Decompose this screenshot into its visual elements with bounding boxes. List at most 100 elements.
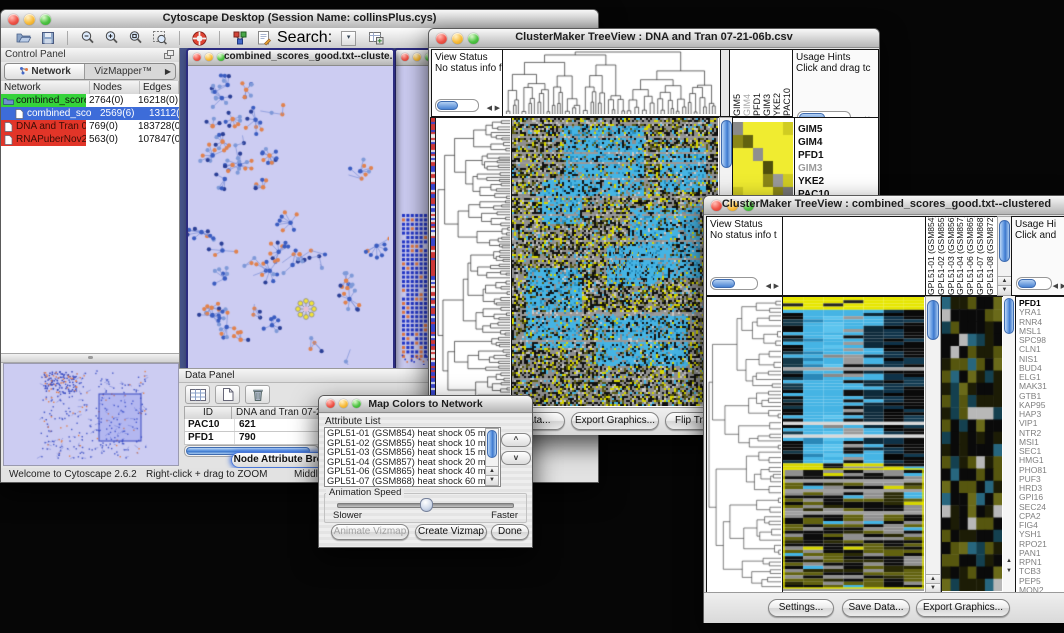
search-dropdown-arrow[interactable]: ▾ — [341, 31, 356, 46]
col-nodes[interactable]: Nodes — [90, 81, 140, 94]
dialog-title: Map Colors to Network — [319, 398, 532, 410]
view-status-title: View Status — [432, 50, 502, 63]
done-button[interactable]: Done — [491, 524, 529, 540]
gene-label[interactable]: GIM4 — [798, 136, 878, 149]
scroll-left-icon[interactable]: ◀ — [1053, 282, 1058, 290]
network1-canvas[interactable] — [188, 66, 389, 365]
network-list-row[interactable]: combined_scores_ 2764(0) 16218(0) — [1, 94, 179, 107]
zoom-selected-button[interactable] — [149, 29, 170, 47]
col-id[interactable]: ID — [185, 407, 232, 419]
column-dendrogram-canvas[interactable] — [503, 50, 719, 114]
minimize-button[interactable] — [413, 53, 421, 61]
move-up-button[interactable]: ^ — [501, 433, 531, 447]
scrollbar-thumb[interactable] — [721, 120, 732, 168]
toolbar-separator — [67, 31, 68, 45]
save-data-button[interactable]: Save Data... — [842, 599, 910, 617]
export-graphics-button[interactable]: Export Graphics... — [916, 599, 1010, 617]
vizmapper-button[interactable] — [229, 29, 250, 47]
genes-v-scrollbar[interactable]: ▲ ▼ — [1003, 296, 1015, 592]
close-button[interactable] — [401, 53, 409, 61]
heatmap-canvas[interactable] — [512, 118, 718, 406]
heatmap-v-scrollbar[interactable]: ▲ ▼ — [925, 296, 941, 594]
help-button[interactable] — [189, 29, 210, 47]
status-h-scrollbar[interactable] — [710, 277, 758, 290]
file-icon — [14, 109, 25, 119]
column-dendrogram-panel[interactable] — [782, 216, 926, 296]
animate-vizmap-button[interactable]: Animate Vizmap — [331, 524, 409, 540]
gene-label[interactable]: PFD1 — [798, 149, 878, 162]
tab-network[interactable]: Network — [5, 64, 85, 79]
scroll-up-icon[interactable]: ▲ — [1003, 557, 1015, 566]
scroll-down-icon[interactable]: ▼ — [998, 285, 1011, 295]
column-label[interactable]: PAC10 — [782, 50, 792, 116]
network-list-row[interactable]: DNA and Tran 07 769(0) 183728(0) — [1, 120, 179, 133]
network-list-row[interactable]: combined_sco 2569(6) 13112(15) — [1, 107, 179, 120]
delete-attribute-button[interactable] — [245, 385, 270, 404]
create-vizmap-button[interactable]: Create Vizmap — [415, 524, 487, 540]
select-attributes-button[interactable] — [185, 385, 210, 404]
scrollbar-thumb[interactable] — [1004, 298, 1014, 334]
move-down-button[interactable]: v — [501, 451, 531, 465]
scroll-right-icon[interactable]: ▶ — [495, 104, 500, 112]
scroll-down-icon[interactable]: ▼ — [486, 475, 498, 485]
scroll-down-icon[interactable]: ▼ — [1003, 567, 1015, 576]
usage-hints-title: Usage Hints — [793, 50, 878, 63]
zoom-heatmap-canvas[interactable] — [733, 122, 793, 200]
gene-label[interactable]: GIM3 — [798, 162, 878, 175]
birdseye-canvas[interactable] — [4, 364, 176, 463]
scroll-left-icon[interactable]: ◀ — [487, 104, 492, 112]
gene-labels-panel: PFD1YRA1RNR4MSL1SPC98CLN1NIS1BUD4ELG1MAK… — [1015, 296, 1064, 594]
labels-v-scrollbar[interactable]: ▲ ▼ — [997, 216, 1012, 296]
scrollbar-thumb[interactable] — [927, 300, 939, 340]
gene-label[interactable]: GIM5 — [798, 123, 878, 136]
export-graphics-button[interactable]: Export Graphics... — [571, 412, 659, 430]
annotation-button[interactable] — [253, 29, 274, 47]
network-list-row[interactable]: RNAPuberNov2+| 563(0) 107847(0) — [1, 133, 179, 146]
column-label[interactable]: GPL51-08 (GSM872) — [986, 217, 996, 295]
panel-splitter[interactable] — [1, 353, 179, 363]
heatmap-canvas[interactable] — [783, 297, 924, 591]
scrollbar-thumb[interactable] — [487, 430, 497, 458]
tab-vizmapper[interactable]: VizMapper™ — [85, 64, 161, 79]
search-config-button[interactable] — [365, 29, 386, 47]
scrollbar-thumb[interactable] — [999, 220, 1010, 262]
column-label[interactable]: GIM4 — [742, 50, 752, 116]
row-dendrogram-panel — [706, 296, 784, 594]
zoom-in-icon — [104, 30, 120, 46]
save-session-button[interactable] — [37, 29, 58, 47]
settings-button[interactable]: Settings... — [768, 599, 834, 617]
scroll-left-icon[interactable]: ◀ — [766, 282, 771, 290]
speed-slider-thumb[interactable] — [420, 498, 433, 512]
dialog-titlebar: Map Colors to Network — [319, 396, 532, 413]
zoom-fit-button[interactable] — [125, 29, 146, 47]
column-label[interactable]: GIM5 — [732, 50, 742, 116]
tab-overflow-button[interactable]: ▶ — [161, 64, 175, 79]
gene-label[interactable]: YKE2 — [798, 175, 878, 188]
column-label[interactable]: PFD1 — [752, 50, 762, 116]
network-list: combined_scores_ 2764(0) 16218(0) combin… — [1, 94, 179, 355]
new-attribute-button[interactable] — [215, 385, 240, 404]
zoom-out-button[interactable] — [77, 29, 98, 47]
attribute-item[interactable]: GPL51-07 (GSM868) heat shock 60 min — [327, 477, 500, 487]
col-network[interactable]: Network — [1, 81, 90, 94]
column-labels-panel: GIM5GIM4PFD1GIM3YKE2PAC10 — [729, 49, 793, 117]
scroll-right-icon[interactable]: ▶ — [1061, 282, 1064, 290]
treeview1-title: ClusterMaker TreeView : DNA and Tran 07-… — [429, 31, 879, 43]
zoom-in-button[interactable] — [101, 29, 122, 47]
faster-label: Faster — [491, 510, 518, 521]
status-h-scrollbar[interactable] — [435, 99, 479, 112]
birdseye-view[interactable] — [3, 363, 179, 466]
row-dendrogram-canvas[interactable] — [436, 118, 510, 406]
save-icon — [40, 30, 56, 46]
col-edges[interactable]: Edges — [140, 81, 179, 94]
row-dendrogram-canvas[interactable] — [707, 297, 781, 591]
column-label[interactable]: GIM3 — [762, 50, 772, 116]
attribute-list-label: Attribute List — [325, 416, 381, 427]
usage-h-scrollbar[interactable] — [1016, 277, 1052, 290]
zoom-heatmap-canvas[interactable] — [942, 297, 1002, 591]
column-label[interactable]: YKE2 — [772, 50, 782, 116]
scroll-right-icon[interactable]: ▶ — [774, 282, 779, 290]
attribute-list-scrollbar[interactable]: ▲ ▼ — [485, 428, 499, 486]
open-session-button[interactable] — [13, 29, 34, 47]
float-panel-icon[interactable] — [164, 50, 175, 60]
